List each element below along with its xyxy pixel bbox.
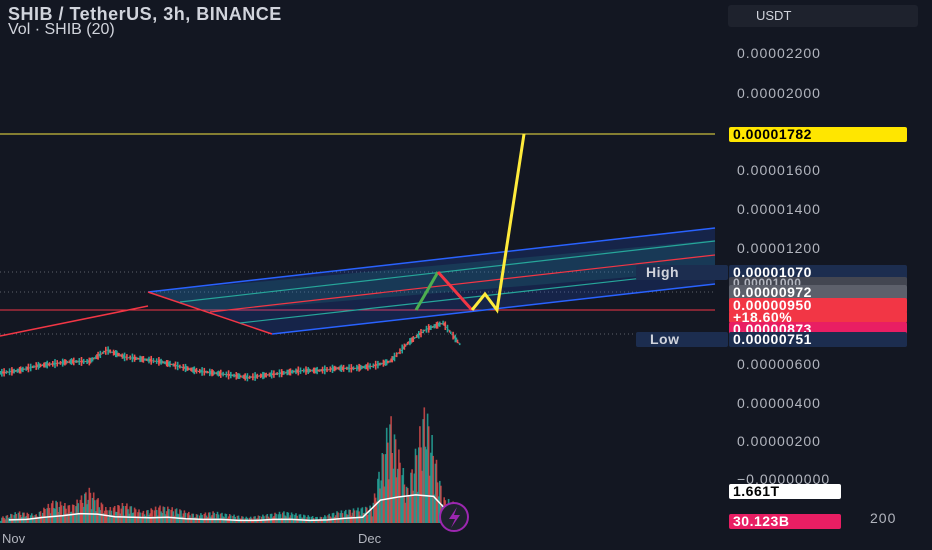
time-tick-nov: Nov xyxy=(2,531,26,546)
candle xyxy=(109,349,112,354)
price-tick: 0.00002200 xyxy=(737,45,821,61)
volume-badge: 30.123B xyxy=(729,514,841,529)
candle xyxy=(446,324,449,333)
price-tick: 200 xyxy=(870,510,897,526)
candle xyxy=(420,329,422,338)
price-tick: 0.00001400 xyxy=(737,201,821,217)
high-label-badge: High xyxy=(636,265,728,280)
price-tick: 0.00000600 xyxy=(737,356,821,372)
low-price-badge: 0.00000751 xyxy=(729,332,907,347)
candle xyxy=(395,352,398,358)
candles-group xyxy=(0,320,461,382)
price-tick: 0.00000400 xyxy=(737,395,821,411)
volume-indicator-label[interactable]: Vol · SHIB (20) xyxy=(8,21,115,39)
candle xyxy=(246,373,249,382)
candle xyxy=(458,343,461,346)
currency-button[interactable]: USDT xyxy=(728,5,918,27)
candle xyxy=(126,354,128,361)
candle xyxy=(393,352,396,362)
price-tick: 0.00001600 xyxy=(737,162,821,178)
low-label-badge: Low xyxy=(636,332,728,347)
volume-ma-badge: 1.661T xyxy=(729,484,841,499)
time-tick-dec: Dec xyxy=(358,531,382,546)
candle xyxy=(444,321,447,330)
target-price-badge: 0.00001782 xyxy=(729,127,907,142)
candle xyxy=(105,346,107,355)
price-tick: 0.00001200 xyxy=(737,240,821,256)
price-tick: 0.00000200 xyxy=(737,433,821,449)
volume-bars-group xyxy=(0,407,461,523)
candle xyxy=(450,331,452,335)
currency-label: USDT xyxy=(756,8,792,23)
candle xyxy=(399,348,401,355)
price-tick: 0.00002000 xyxy=(737,85,821,101)
